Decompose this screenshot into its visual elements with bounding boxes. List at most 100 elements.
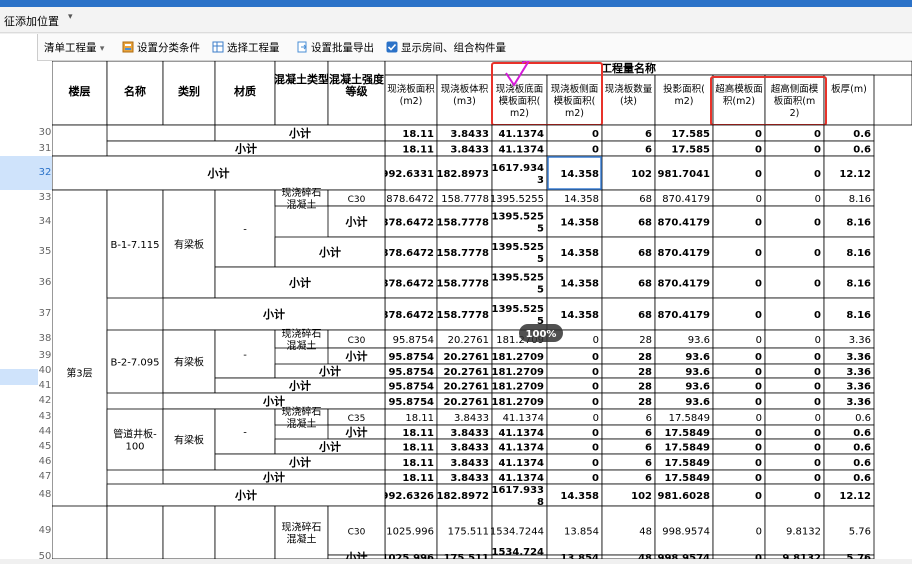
row-number[interactable]: 32 [38, 166, 52, 180]
value-text: 17.5849 [664, 458, 710, 469]
value-text: 158.7778 [436, 279, 489, 290]
header-c9 [823, 74, 875, 126]
row-number[interactable]: 46 [38, 455, 52, 469]
subtotal-cell-text: 小计 [288, 126, 311, 140]
header-text: 混凝土类型 [274, 72, 329, 86]
value-text: 0 [592, 428, 599, 439]
list-mode-dropdown[interactable]: 清单工程量 ▾ [44, 40, 104, 55]
value-text: 3.36 [846, 382, 871, 393]
value-text: 181.2709 [491, 397, 544, 408]
header-text: 积(m2) [723, 95, 755, 107]
value-text: 175.511 [448, 527, 489, 538]
subtotal-cell-text: 小计 [318, 364, 341, 378]
row-number[interactable]: 33 [38, 191, 52, 205]
concrete-type-cell-text: 混凝土 [287, 533, 317, 546]
row-number[interactable]: 40 [38, 364, 52, 378]
value-text: 28 [638, 397, 652, 408]
value-text: 17.5849 [664, 428, 710, 439]
row-number[interactable]: 31 [38, 142, 52, 156]
header-text: m2) [565, 108, 584, 119]
value-text: 0 [755, 310, 762, 321]
row-number[interactable]: 35 [38, 245, 52, 259]
value-text: 93.6 [688, 335, 710, 346]
row-number[interactable]: 47 [38, 470, 52, 484]
value-text: 1395.5255 [490, 194, 544, 205]
value-text: 0 [814, 473, 821, 484]
value-text: 41.1374 [498, 145, 544, 156]
row-number[interactable]: 49 [38, 524, 52, 538]
set-export-label: 设置批量导出 [311, 42, 374, 54]
zoom-badge-text: 100% [526, 329, 557, 340]
value-text: 992.6331 [381, 169, 434, 180]
subtotal-cell-text: 小计 [234, 142, 257, 156]
row-number[interactable]: 34 [38, 215, 52, 229]
value-text: 0.6 [853, 473, 871, 484]
concrete-type-cell-text: 现浇碎石 [282, 405, 322, 418]
row-number[interactable]: 50 [38, 550, 52, 564]
value-text: 1025.996 [381, 553, 434, 559]
value-text: 28 [638, 367, 652, 378]
value-text: 9.8132 [782, 553, 821, 559]
select-project-button[interactable]: 选择工程量 [212, 40, 280, 55]
value-text: 981.7041 [657, 169, 710, 180]
table-svg: 楼层 名称 类别 材质混凝土类型 混凝土强度等级工程量名称现浇板面积(m2)现浇板体积(… [51, 54, 912, 564]
value-text: 998.9574 [657, 553, 710, 559]
header-text: 现浇板数量 [605, 83, 653, 95]
value-text: 0 [592, 382, 599, 393]
row-number[interactable]: 36 [38, 276, 52, 290]
value-text: 0 [814, 310, 821, 321]
row-number[interactable]: 44 [38, 425, 52, 439]
value-text: 870.4179 [657, 279, 710, 290]
quantity-table: 楼层 名称 类别 材质 混凝土类型 混凝土强度 等级 工程量名称 现浇板面积 (m2) 现浇板体积(… [51, 54, 912, 564]
concrete-type-cell-text: 混凝土 [287, 339, 317, 352]
category-cell-text: 有梁板 [174, 434, 204, 447]
cat-next [162, 505, 216, 560]
value-text: 0 [756, 413, 762, 424]
header-text: 等级 [345, 84, 369, 98]
set-export-button[interactable]: 设置批量导出 [296, 40, 374, 55]
subtotal-cell-text: 小计 [345, 215, 368, 229]
value-text: 0 [592, 458, 599, 469]
value-text: 158.7778 [436, 218, 489, 229]
value-text: 5.76 [846, 553, 871, 559]
value-text: 3.8433 [450, 443, 489, 454]
row-number[interactable]: 37 [38, 307, 52, 321]
value-text: 14.358 [560, 491, 599, 502]
value-text: 0 [755, 443, 762, 454]
row-number[interactable]: 42 [38, 394, 52, 408]
chevron-down-icon[interactable]: ▾ [68, 12, 73, 22]
value-text: 0 [814, 169, 821, 180]
row-number[interactable]: 38 [38, 332, 52, 346]
header-floor-text: 楼层 [69, 84, 91, 98]
value-text: 41.1374 [498, 473, 544, 484]
row-number[interactable]: 30 [38, 126, 52, 140]
value-text: 8.16 [846, 218, 871, 229]
value-text: 3.8433 [450, 428, 489, 439]
value-text: 0 [592, 473, 599, 484]
value-text: 870.4179 [657, 310, 710, 321]
value-text: 0 [815, 194, 821, 205]
list-mode-label: 清单工程量 [44, 42, 97, 54]
value-text: 3.8433 [450, 129, 489, 140]
set-classify-button[interactable]: 设置分类条件 [122, 40, 200, 55]
row-number[interactable]: 41 [38, 379, 52, 393]
value-text: 0 [755, 382, 762, 393]
value-text: 0 [814, 367, 821, 378]
row-number[interactable]: 43 [38, 410, 52, 424]
value-text: 5.76 [849, 527, 871, 538]
show-rooms-checkbox[interactable]: 显示房间、组合构件量 [386, 40, 506, 55]
value-text: 0 [814, 145, 821, 156]
row-number[interactable]: 48 [38, 488, 52, 502]
value-text: 1534.7244 [490, 527, 544, 538]
material-cell-text: - [243, 350, 247, 361]
component-name-text: 100 [125, 442, 144, 453]
row-number[interactable]: 45 [38, 440, 52, 454]
value-text: 870.4179 [657, 218, 710, 229]
row-number[interactable]: 39 [38, 349, 52, 363]
blank [106, 124, 216, 142]
value-text: 0 [593, 335, 599, 346]
value-text: 878.6472 [381, 218, 434, 229]
value-text: 5 [537, 254, 544, 265]
value-text: 0 [814, 279, 821, 290]
value-text: 93.6 [685, 382, 710, 393]
